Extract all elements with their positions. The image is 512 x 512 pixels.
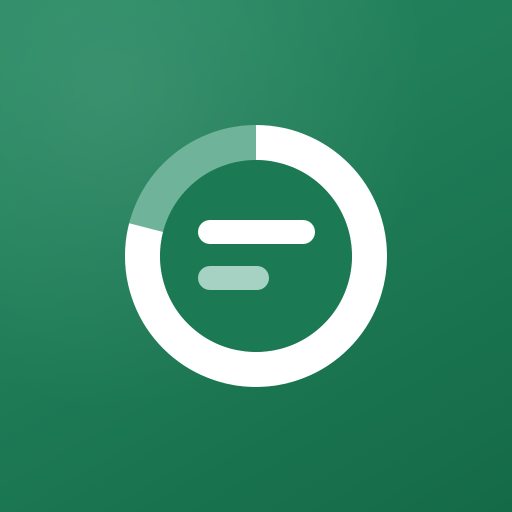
circular-progress-filter-icon (125, 125, 387, 387)
filter-bar-short (198, 266, 269, 290)
inner-disc (160, 160, 352, 352)
filter-bar-long (198, 220, 315, 244)
app-icon (0, 0, 512, 512)
